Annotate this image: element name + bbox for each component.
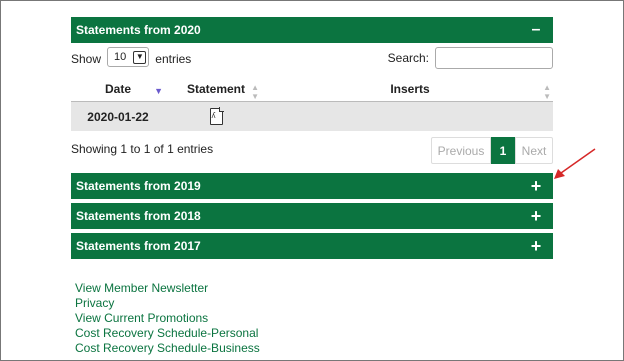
- column-header-statement[interactable]: Statement ▲ ▼: [165, 77, 267, 102]
- expand-icon[interactable]: +: [529, 173, 543, 199]
- panel-header-2020[interactable]: Statements from 2020 –: [71, 17, 553, 43]
- search-input[interactable]: [435, 47, 553, 69]
- entries-select-value: 10: [114, 51, 127, 63]
- table-row: 2020-01-22 ʎ: [71, 101, 553, 131]
- panel-title-2017: Statements from 2017: [76, 239, 201, 253]
- panel-header-2018[interactable]: Statements from 2018 +: [71, 203, 553, 229]
- statements-table: Date ▼ Statement ▲ ▼ Inserts ▲ ▼ 2020-01-2…: [71, 77, 553, 131]
- column-header-inserts-label: Inserts: [390, 82, 430, 96]
- collapse-icon[interactable]: –: [529, 17, 543, 43]
- panel-title-2018: Statements from 2018: [76, 209, 201, 223]
- column-header-inserts[interactable]: Inserts ▲ ▼: [267, 77, 553, 102]
- previous-button[interactable]: Previous: [431, 137, 491, 164]
- pdf-icon[interactable]: ʎ: [209, 107, 224, 125]
- table-cell-date: 2020-01-22: [71, 101, 165, 131]
- link-member-newsletter[interactable]: View Member Newsletter: [75, 281, 260, 296]
- footer-links: View Member Newsletter Privacy View Curr…: [75, 281, 260, 356]
- sort-both-icon: ▲ ▼: [543, 83, 551, 101]
- expand-icon[interactable]: +: [529, 233, 543, 259]
- table-info: Showing 1 to 1 of 1 entries: [71, 142, 214, 156]
- show-label: Show: [71, 51, 102, 66]
- next-button[interactable]: Next: [515, 137, 553, 164]
- panel-header-2019[interactable]: Statements from 2019 +: [71, 173, 553, 199]
- pdf-glyph: ʎ: [211, 111, 216, 120]
- table-cell-inserts: [267, 101, 553, 131]
- panel-header-2017[interactable]: Statements from 2017 +: [71, 233, 553, 259]
- table-header-row: Date ▼ Statement ▲ ▼ Inserts ▲ ▼: [71, 77, 553, 102]
- entries-select[interactable]: 10 ▼: [107, 47, 150, 67]
- link-privacy[interactable]: Privacy: [75, 296, 260, 311]
- table-cell-statement: ʎ: [165, 101, 267, 131]
- search-label: Search:: [387, 51, 429, 65]
- link-cost-recovery-business[interactable]: Cost Recovery Schedule-Business: [75, 341, 260, 356]
- window-frame: Statements from 2020 – Show 10 ▼ entries…: [0, 0, 624, 361]
- page-1-button[interactable]: 1: [491, 137, 515, 164]
- pagination: Previous 1 Next: [431, 137, 553, 164]
- expand-icon[interactable]: +: [529, 203, 543, 229]
- panel-title-2020: Statements from 2020: [76, 23, 201, 37]
- column-header-date[interactable]: Date ▼: [71, 77, 165, 102]
- sort-both-icon: ▲ ▼: [251, 83, 259, 101]
- chevron-down-icon: ▼: [133, 50, 147, 64]
- search-control: Search:: [388, 47, 553, 69]
- entries-label: entries: [155, 51, 192, 66]
- panel-title-2019: Statements from 2019: [76, 179, 201, 193]
- column-header-date-label: Date: [104, 82, 131, 96]
- column-header-statement-label: Statement: [186, 82, 245, 96]
- table-controls: Show 10 ▼ entries Search:: [71, 47, 553, 69]
- link-current-promotions[interactable]: View Current Promotions: [75, 311, 260, 326]
- link-cost-recovery-personal[interactable]: Cost Recovery Schedule-Personal: [75, 326, 260, 341]
- sort-desc-icon: ▼: [154, 86, 163, 96]
- entries-length-control: Show 10 ▼ entries: [71, 47, 192, 67]
